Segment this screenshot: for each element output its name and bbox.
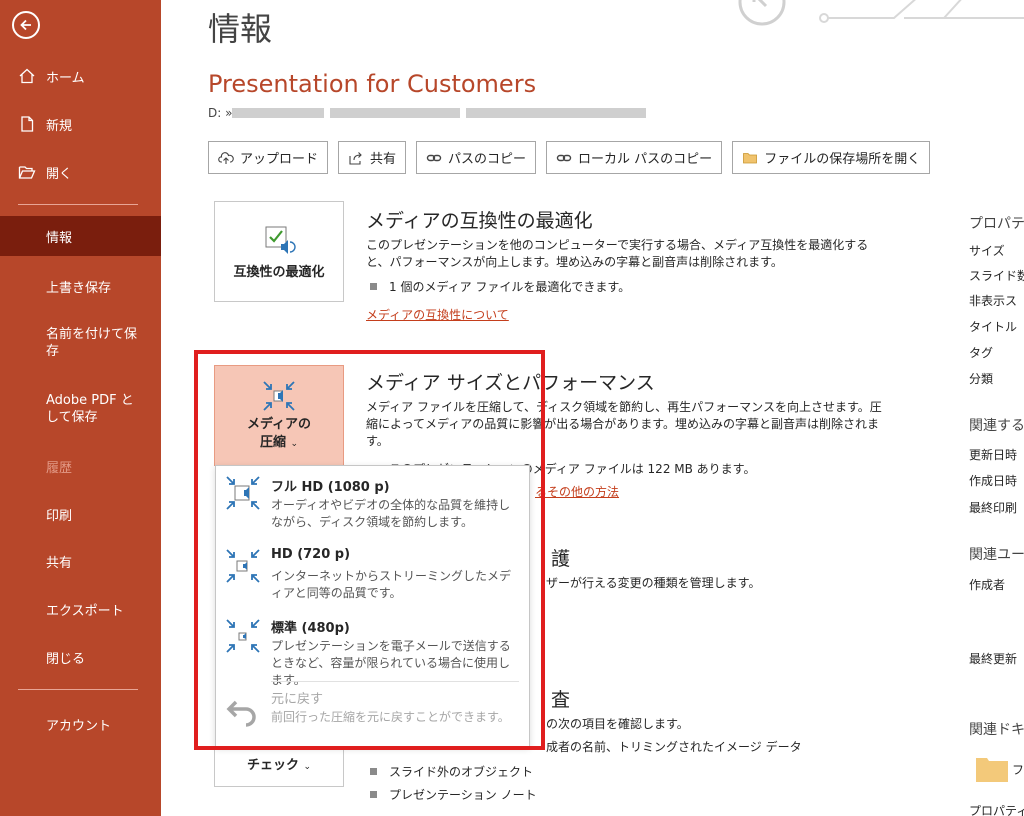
optimize-compatibility-label: 互換性の最適化 bbox=[233, 264, 325, 280]
property-label: サイズ bbox=[969, 244, 1005, 258]
section-bullet: スライド外のオブジェクト bbox=[370, 763, 533, 780]
property-label: 作成日時 bbox=[969, 474, 1018, 488]
open-file-location-link[interactable]: フ bbox=[1012, 761, 1024, 778]
file-toolbar: アップロード 共有 パスのコピー ローカル パスのコピー ファイルの保存場所を開… bbox=[208, 141, 931, 174]
show-all-properties-link[interactable]: プロパティ bbox=[969, 802, 1024, 816]
property-label: タイトル bbox=[969, 320, 1018, 334]
page-title: 情報 bbox=[208, 10, 273, 48]
section-bullet: 1 個のメディア ファイルを最適化できます。 bbox=[370, 278, 630, 295]
property-label: 非表示ス bbox=[969, 294, 1018, 308]
property-label: 最終更新 bbox=[969, 652, 1018, 666]
section-title: 査 bbox=[551, 689, 571, 711]
backstage-sidebar: ホーム 新規 開く 情報 上書き保存 名前を付けて保存 Adobe PDF とし… bbox=[0, 0, 161, 816]
document-title: Presentation for Customers bbox=[208, 70, 537, 98]
sidebar-item-label: 情報 bbox=[46, 230, 73, 246]
section-bullet-cutoff bbox=[370, 810, 670, 816]
sidebar-item-label: 履歴 bbox=[46, 460, 73, 476]
sidebar-item-label: 閉じる bbox=[46, 651, 86, 667]
sidebar-item-save[interactable]: 上書き保存 bbox=[0, 266, 161, 306]
property-label: 作成者 bbox=[969, 578, 1006, 592]
sidebar-item-share[interactable]: 共有 bbox=[0, 541, 161, 581]
link-icon bbox=[556, 154, 572, 161]
upload-label: アップロード bbox=[240, 152, 319, 167]
section-bullet: プレゼンテーション ノート bbox=[370, 786, 537, 803]
home-icon bbox=[19, 68, 35, 84]
sidebar-item-label: アカウント bbox=[46, 718, 112, 734]
open-folder-icon bbox=[18, 166, 36, 179]
sidebar-item-export[interactable]: エクスポート bbox=[0, 589, 161, 629]
media-compatibility-link[interactable]: メディアの互換性について bbox=[366, 306, 509, 323]
sidebar-item-label: 共有 bbox=[46, 555, 73, 571]
circuit-decoration bbox=[738, 0, 1024, 26]
copy-local-path-button[interactable]: ローカル パスのコピー bbox=[546, 141, 723, 174]
redacted-path bbox=[232, 108, 324, 118]
sidebar-item-label: 新規 bbox=[46, 118, 73, 134]
copy-path-button[interactable]: パスのコピー bbox=[416, 141, 537, 174]
new-document-icon bbox=[21, 116, 34, 132]
sidebar-item-history: 履歴 bbox=[0, 446, 161, 486]
related-dates-heading: 関連する bbox=[969, 418, 1024, 434]
sidebar-item-label: 印刷 bbox=[46, 508, 73, 524]
section-description: の次の項目を確認します。 bbox=[546, 717, 689, 731]
sidebar-item-info[interactable]: 情報 bbox=[0, 216, 161, 256]
cloud-upload-icon bbox=[218, 151, 234, 164]
share-label: 共有 bbox=[370, 152, 397, 167]
sidebar-item-close[interactable]: 閉じる bbox=[0, 637, 161, 677]
share-icon bbox=[349, 151, 362, 165]
property-label: 最終印刷 bbox=[969, 501, 1018, 515]
sidebar-item-open[interactable]: 開く bbox=[0, 152, 161, 192]
related-documents-heading: 関連ドキ bbox=[969, 722, 1024, 738]
file-path-prefix: D: » bbox=[208, 106, 233, 120]
open-location-label: ファイルの保存場所を開く bbox=[764, 152, 921, 167]
sidebar-item-new[interactable]: 新規 bbox=[0, 104, 161, 144]
sidebar-item-label: 上書き保存 bbox=[46, 280, 112, 296]
property-label: 分類 bbox=[969, 372, 994, 386]
sidebar-divider bbox=[18, 204, 138, 205]
sidebar-item-label: エクスポート bbox=[46, 603, 124, 619]
sidebar-item-save-as[interactable]: 名前を付けて保存 bbox=[0, 320, 161, 368]
sidebar-item-home[interactable]: ホーム bbox=[0, 56, 161, 96]
copy-path-label: パスのコピー bbox=[448, 152, 527, 167]
redacted-path bbox=[466, 108, 646, 118]
property-label: タグ bbox=[969, 346, 994, 360]
properties-heading: プロパティ bbox=[969, 216, 1024, 232]
share-button[interactable]: 共有 bbox=[338, 141, 407, 174]
chevron-down-icon: ⌄ bbox=[303, 762, 312, 772]
check-issues-label: チェック ⌄ bbox=[246, 758, 312, 773]
section-description: このプレゼンテーションを他のコンピューターで実行する場合、メディア互換性を最適化… bbox=[366, 238, 869, 269]
sidebar-item-label: Adobe PDF として保存 bbox=[46, 393, 134, 425]
upload-button[interactable]: アップロード bbox=[208, 141, 329, 174]
copy-local-path-label: ローカル パスのコピー bbox=[578, 152, 713, 167]
sidebar-item-label: 開く bbox=[46, 166, 73, 182]
folder-icon bbox=[976, 758, 1008, 782]
sidebar-item-print[interactable]: 印刷 bbox=[0, 494, 161, 534]
section-description: 成者の名前、トリミングされたイメージ データ bbox=[546, 740, 802, 754]
property-label: 更新日時 bbox=[969, 448, 1018, 462]
check-issues-button[interactable]: チェック ⌄ bbox=[214, 747, 344, 787]
open-file-location-button[interactable]: ファイルの保存場所を開く bbox=[732, 141, 931, 174]
redacted-path bbox=[330, 108, 460, 118]
media-compatibility-icon bbox=[265, 226, 296, 254]
link-icon bbox=[426, 154, 442, 161]
sidebar-item-label: ホーム bbox=[46, 70, 85, 86]
property-label: スライド数 bbox=[969, 269, 1024, 283]
optimize-compatibility-button[interactable]: 互換性の最適化 bbox=[214, 201, 344, 302]
section-description: ザーが行える変更の種類を管理します。 bbox=[546, 576, 761, 590]
sidebar-item-label: 名前を付けて保存 bbox=[46, 327, 138, 359]
highlight-box bbox=[194, 350, 545, 750]
section-title: メディアの互換性の最適化 bbox=[366, 210, 593, 232]
sidebar-item-account[interactable]: アカウント bbox=[0, 704, 161, 744]
sidebar-divider bbox=[18, 689, 138, 690]
related-users-heading: 関連ユー bbox=[969, 547, 1024, 563]
folder-icon bbox=[743, 152, 758, 163]
section-title: 護 bbox=[551, 548, 571, 570]
back-arrow-icon[interactable] bbox=[12, 11, 40, 39]
more-ways-link[interactable]: るその他の方法 bbox=[535, 483, 619, 500]
sidebar-item-save-as-pdf[interactable]: Adobe PDF として保存 bbox=[0, 386, 161, 434]
